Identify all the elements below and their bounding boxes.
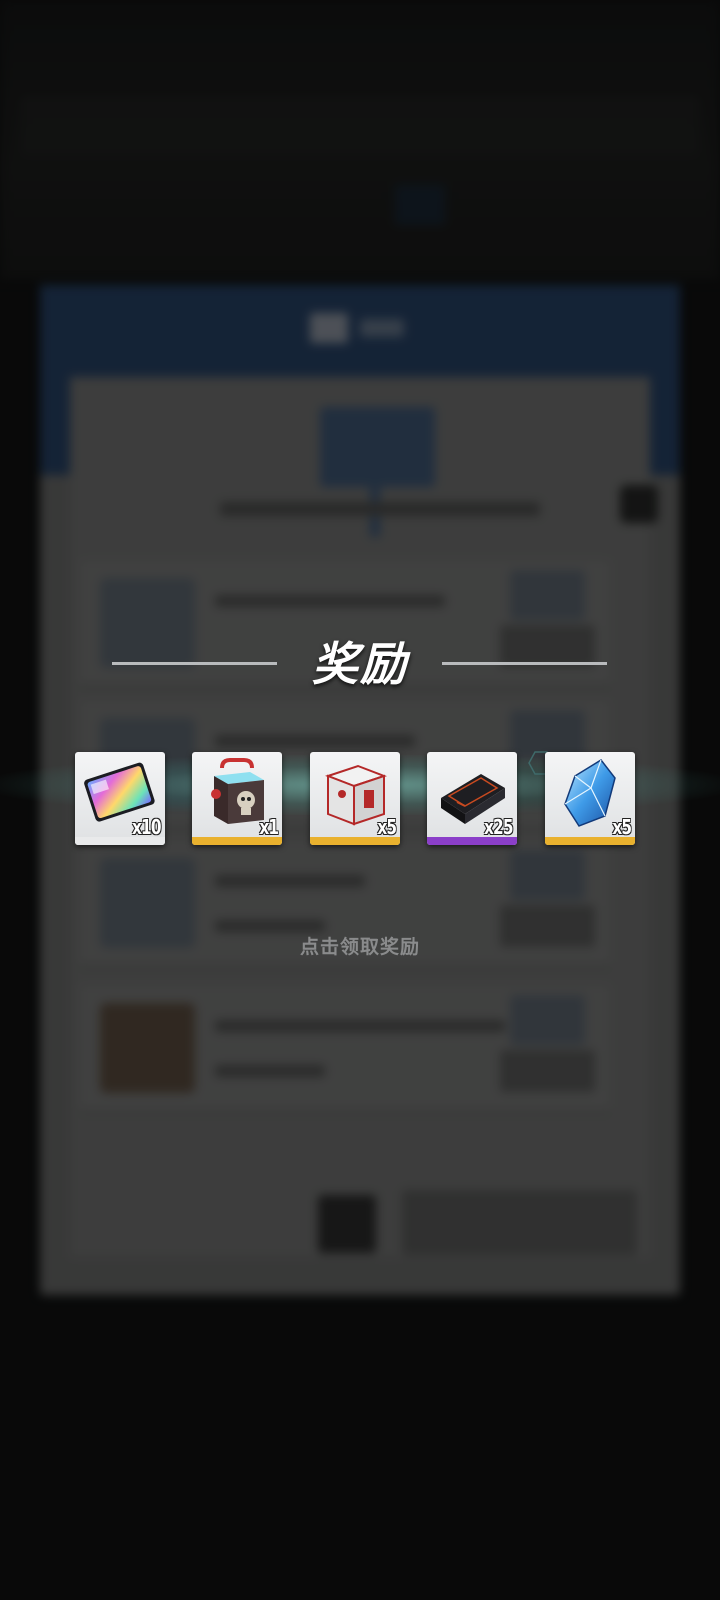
reward-item[interactable]: x5 [310,752,400,845]
tap-to-claim-hint[interactable]: 点击领取奖励 [0,932,720,959]
title-divider-right [442,662,607,665]
item-quantity: x5 [612,815,632,839]
reward-item[interactable]: x10 [75,752,165,845]
item-quantity: x10 [132,815,161,839]
item-quantity: x1 [259,815,279,839]
item-quantity: x5 [377,815,397,839]
title-divider-left [112,662,277,665]
reward-item[interactable]: x25 [427,752,517,845]
item-quantity: x25 [484,815,513,839]
reward-title: 奖励 [312,638,408,690]
reward-item-list: x10 x1 x5 x25 x5 [75,752,650,848]
reward-item[interactable]: x1 [192,752,282,845]
reward-title-bar: 奖励 [0,628,720,698]
reward-item[interactable]: x5 [545,752,635,845]
